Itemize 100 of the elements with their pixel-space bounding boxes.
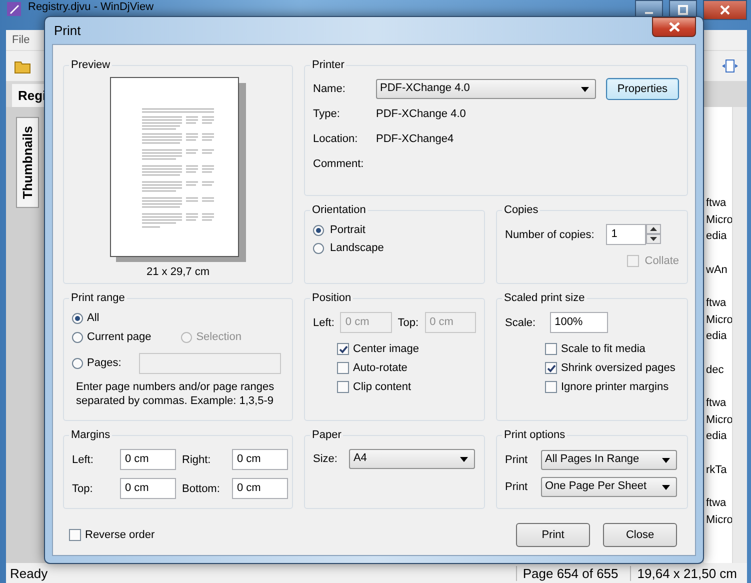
field-label: Top: xyxy=(72,482,94,494)
field-label: Print xyxy=(505,481,529,493)
option-label: Scale to fit media xyxy=(561,343,646,355)
list-text: edia xyxy=(706,229,727,244)
dialog-button[interactable]: Close xyxy=(603,523,677,547)
down-arrow-icon xyxy=(650,237,658,241)
group-title: Orientation xyxy=(311,204,367,216)
option-label: Portrait xyxy=(330,224,366,236)
window-title: Registry.djvu - WinDjView xyxy=(28,1,155,14)
option-label: All xyxy=(87,312,100,324)
group-title: Preview xyxy=(70,59,112,71)
group-title: Print range xyxy=(70,292,126,304)
paper-size-text: 21 x 29,7 cm xyxy=(146,266,210,278)
group-title: Copies xyxy=(503,204,540,216)
margin-field[interactable]: 0 cm xyxy=(232,449,288,470)
field-label: Left: xyxy=(313,316,334,328)
radio-button[interactable] xyxy=(72,358,83,368)
list-text: Micro xyxy=(706,412,733,428)
paper-size-dropdown[interactable]: A4 xyxy=(349,449,476,469)
dialog-title: Print xyxy=(54,23,81,38)
radio-button[interactable] xyxy=(72,332,83,342)
group-title: Margins xyxy=(70,429,112,441)
field-label: Name: xyxy=(313,83,346,95)
list-text: wAn xyxy=(706,262,728,278)
list-text: Micro xyxy=(706,212,733,228)
option-label: Current page xyxy=(87,331,152,343)
properties-button[interactable]: Properties xyxy=(606,78,679,100)
checkbox[interactable] xyxy=(337,381,349,393)
checkbox[interactable] xyxy=(545,381,557,393)
radio-button[interactable] xyxy=(313,242,324,254)
print-option-dropdown[interactable]: One Page Per Sheet xyxy=(541,477,677,497)
list-text: edia xyxy=(706,429,727,444)
option-label: Collate xyxy=(644,255,679,267)
minimize-icon xyxy=(645,12,653,14)
option-label: Auto-rotate xyxy=(353,362,408,374)
list-text: edia xyxy=(706,329,727,344)
list-text: ftwa xyxy=(706,396,726,411)
checkbox[interactable] xyxy=(545,362,557,374)
field-label: Location: xyxy=(313,133,359,145)
margin-field[interactable]: 0 cm xyxy=(120,478,176,499)
margin-field[interactable]: 0 cm xyxy=(232,478,288,499)
group-title: Scaled print size xyxy=(503,292,586,304)
close-button[interactable] xyxy=(703,0,747,20)
margin-field[interactable]: 0 cm xyxy=(120,449,176,470)
dialog-button[interactable]: Print xyxy=(516,523,590,547)
option-label: Landscape xyxy=(330,242,384,254)
list-text: ftwa xyxy=(706,496,726,511)
list-text: dec xyxy=(706,362,724,378)
checkbox[interactable] xyxy=(69,529,81,541)
field-label: Number of copies: xyxy=(505,228,594,240)
caret-icon xyxy=(662,458,670,463)
option-label: Reverse order xyxy=(85,529,155,541)
page-icon[interactable] xyxy=(721,58,739,74)
scrollbar[interactable] xyxy=(732,107,747,563)
field-label: Bottom: xyxy=(182,482,221,494)
caret-icon xyxy=(662,485,670,490)
up-arrow-icon xyxy=(650,227,658,231)
option-label: Selection xyxy=(196,331,242,343)
list-text: rkTa xyxy=(706,462,727,478)
pen-icon xyxy=(6,1,22,17)
group-title: Print options xyxy=(503,429,566,441)
thumbnails-tab[interactable]: Thumbnails xyxy=(16,117,38,208)
checkbox[interactable] xyxy=(545,343,557,355)
field-label: Type: xyxy=(313,108,341,120)
list-text: Micro xyxy=(706,312,733,328)
field-label: Size: xyxy=(313,453,338,465)
checkbox[interactable] xyxy=(337,362,349,374)
status-text: Ready xyxy=(10,566,48,580)
printer-type-text: PDF-XChange 4.0 xyxy=(376,108,466,120)
close-button[interactable] xyxy=(652,16,696,36)
option-label: Pages: xyxy=(87,357,122,369)
printer-dropdown[interactable]: PDF-XChange 4.0 xyxy=(376,79,596,99)
hint-text: Enter page numbers and/or page ranges separated by commas. Example: 1,3,5-9 xyxy=(76,380,276,408)
option-label: Clip content xyxy=(353,381,412,393)
status-text: Page 654 of 655 xyxy=(516,566,624,580)
group-title: Printer xyxy=(311,59,346,71)
status-text: 19,64 x 21,50 cm xyxy=(630,566,743,580)
print-option-dropdown[interactable]: All Pages In Range xyxy=(541,450,677,470)
field-label: Scale: xyxy=(505,316,536,328)
list-text: ftwa xyxy=(706,196,726,211)
copies-field[interactable]: 1 xyxy=(606,224,646,245)
caret-icon xyxy=(581,87,589,92)
field-label: Top: xyxy=(398,316,419,328)
menu-item[interactable]: File xyxy=(12,34,30,46)
caret-icon xyxy=(460,457,468,462)
spin-up-button[interactable] xyxy=(646,224,662,234)
spin-down-button[interactable] xyxy=(646,234,662,244)
printer-location-text: PDF-XChange4 xyxy=(376,133,454,145)
maximize-icon xyxy=(678,5,688,15)
group-title: Position xyxy=(311,292,352,304)
radio-button[interactable] xyxy=(72,312,83,324)
field-label: Comment: xyxy=(313,158,365,170)
list-text: ftwa xyxy=(706,296,726,311)
checkbox[interactable] xyxy=(337,343,349,355)
list-text: Micro xyxy=(706,512,733,528)
field-label: Left: xyxy=(72,454,94,466)
close-icon xyxy=(668,22,680,32)
scale-field[interactable]: 100% xyxy=(550,312,608,333)
radio-button[interactable] xyxy=(313,224,324,236)
option-label: Ignore printer margins xyxy=(561,381,669,393)
